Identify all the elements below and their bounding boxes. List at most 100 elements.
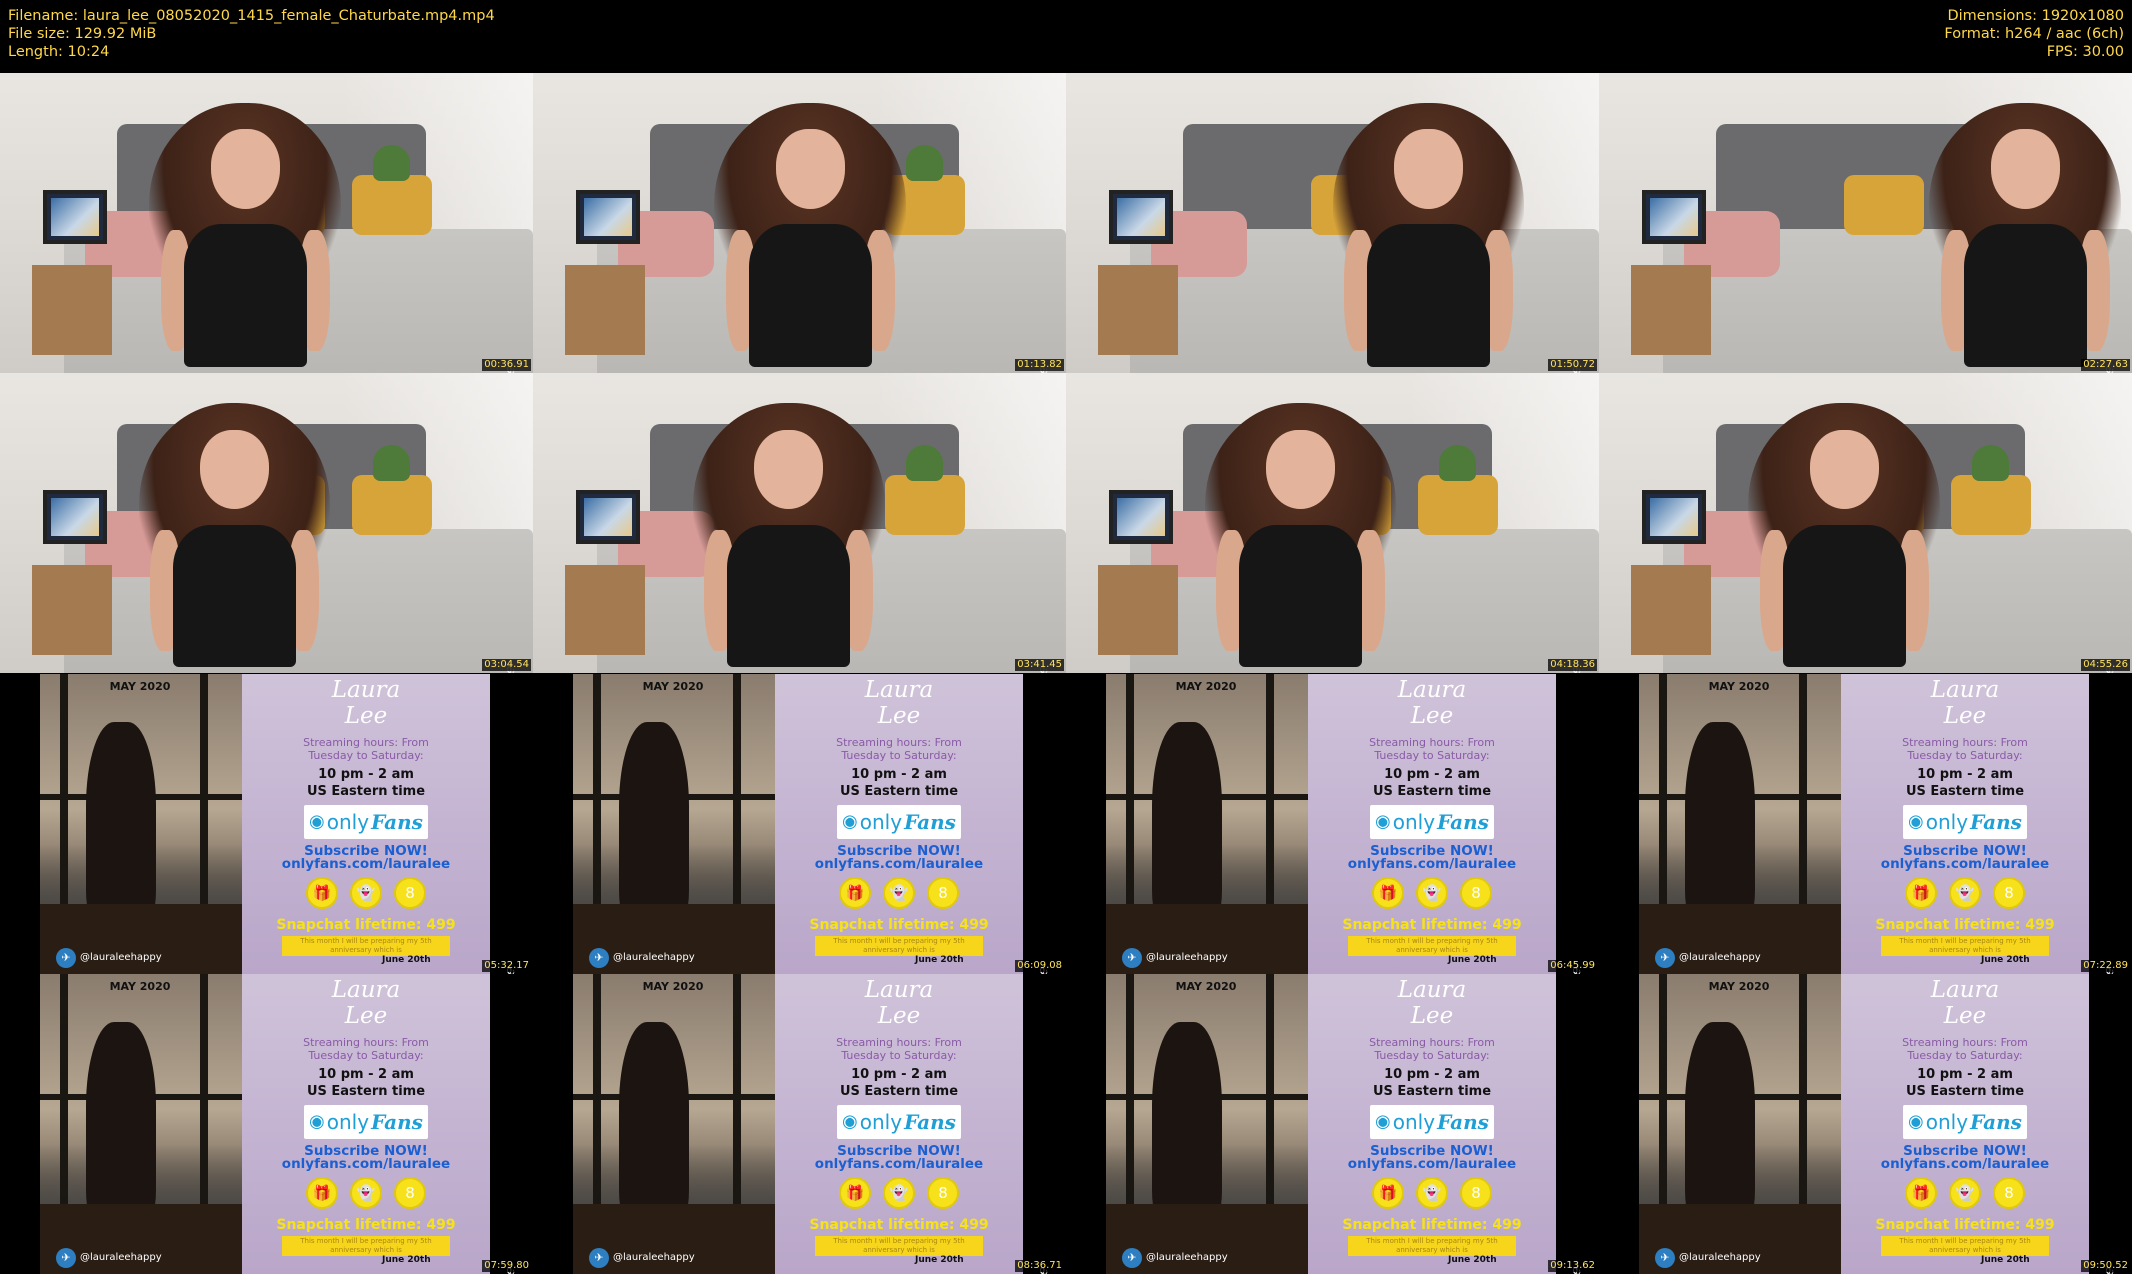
timezone: US Eastern time	[1372, 1083, 1492, 1099]
thumbnail-promo[interactable]: MAY 2020 ✈ @lauraleehappy Laura Lee Stre…	[1066, 673, 1599, 974]
black-top	[1367, 224, 1490, 367]
anniversary-notice: This month I will be preparing my 5th an…	[815, 935, 983, 956]
onlyfans-logo: ◉ only Fans	[1370, 804, 1494, 839]
black-margin	[1023, 973, 1066, 1274]
gift-ghost-icon: 🎁	[306, 876, 338, 909]
face	[1393, 129, 1463, 209]
twitter-handle: ✈ @lauraleehappy	[589, 947, 695, 968]
silhouette-photo	[1639, 673, 1841, 974]
thumbnail-promo[interactable]: MAY 2020 ✈ @lauraleehappy Laura Lee Stre…	[533, 973, 1066, 1274]
person	[692, 403, 885, 668]
twitter-handle: ✈ @lauraleehappy	[56, 947, 162, 968]
time-range: 10 pm - 2 am	[318, 766, 414, 782]
plant	[906, 445, 944, 482]
ghost-icon: 👻	[350, 1176, 382, 1209]
black-top	[183, 224, 307, 367]
number-ghost-icon: 8	[927, 876, 959, 909]
thumbnail-room[interactable]: Lau ralee 04:18.36	[1066, 373, 1599, 674]
black-top	[727, 524, 851, 668]
hours-line-1: Streaming hours: From	[303, 735, 429, 749]
black-margin	[2089, 673, 2132, 974]
thumbnail-room[interactable]: Lau ralee 00:36.91	[0, 73, 533, 373]
twitter-handle: ✈ @lauraleehappy	[589, 1247, 695, 1268]
snapchat-icons: 🎁 👻 8	[306, 1176, 426, 1209]
snapchat-lifetime: Snapchat lifetime: 499	[1875, 916, 2055, 933]
hours-line-1: Streaming hours: From	[1902, 1035, 2028, 1049]
yellow-pillow	[1844, 175, 1925, 235]
snapchat-lifetime: Snapchat lifetime: 499	[809, 1216, 989, 1233]
lock-icon: ◉	[1375, 811, 1391, 833]
ghost-icon: 👻	[1949, 1176, 1981, 1209]
onlyfans-fans: Fans	[1437, 1109, 1489, 1134]
yellow-pillow	[351, 175, 432, 235]
onlyfans-fans: Fans	[904, 1109, 956, 1134]
yellow-pillow	[351, 475, 432, 536]
twitter-handle-text: @lauraleehappy	[1146, 952, 1228, 964]
face	[1265, 429, 1336, 509]
month-label: MAY 2020	[642, 979, 704, 993]
twitter-handle: ✈ @lauraleehappy	[1655, 1247, 1761, 1268]
yellow-pillow	[1950, 475, 2031, 536]
gift-ghost-icon: 🎁	[1372, 1176, 1404, 1209]
onlyfans-only: only	[859, 1109, 903, 1134]
timestamp: 03:41.45	[1015, 659, 1064, 672]
person	[149, 103, 342, 367]
onlyfans-fans: Fans	[1970, 809, 2022, 834]
filename-label: Filename: laura_lee_08052020_1415_female…	[8, 8, 495, 24]
thumbnail-room[interactable]: Lau ralee 03:04.54	[0, 373, 533, 674]
timezone: US Eastern time	[306, 783, 426, 799]
plant	[373, 145, 411, 181]
timezone: US Eastern time	[306, 1083, 426, 1099]
silhouette	[1152, 1021, 1222, 1232]
thumbnail-promo[interactable]: MAY 2020 ✈ @lauraleehappy Laura Lee Stre…	[533, 673, 1066, 974]
anniversary-notice: This month I will be preparing my 5th an…	[1348, 1235, 1516, 1256]
number-ghost-icon: 8	[1993, 876, 2025, 909]
thumbnail-promo[interactable]: MAY 2020 ✈ @lauraleehappy Laura Lee Stre…	[1599, 673, 2132, 974]
timestamp: 01:13.82	[1015, 359, 1064, 371]
name-first: Laura	[1930, 676, 2000, 703]
black-margin	[1556, 673, 1599, 974]
onlyfans-url: onlyfans.com/lauralee	[1880, 1155, 2050, 1172]
nightstand	[1630, 565, 1711, 656]
promo-panel: Laura Lee Streaming hours: From Tuesday …	[775, 973, 1023, 1274]
thumbnail-room[interactable]: Lau ralee 01:13.82	[533, 73, 1066, 373]
twitter-handle-text: @lauraleehappy	[1146, 1252, 1228, 1264]
timestamp: 04:55.26	[2081, 659, 2130, 672]
onlyfans-logo: ◉ only Fans	[837, 804, 961, 839]
yellow-pillow	[1417, 475, 1498, 536]
name-first: Laura	[864, 976, 934, 1003]
name-last: Lee	[1943, 1002, 1987, 1029]
thumbnail-promo[interactable]: MAY 2020 ✈ @lauraleehappy Laura Lee Stre…	[0, 973, 533, 1274]
time-range: 10 pm - 2 am	[1384, 1066, 1480, 1082]
thumbnail-promo[interactable]: MAY 2020 ✈ @lauraleehappy Laura Lee Stre…	[0, 673, 533, 974]
time-range: 10 pm - 2 am	[318, 1066, 414, 1082]
gift-ghost-icon: 🎁	[839, 876, 871, 909]
silhouette	[619, 1021, 689, 1232]
nightstand	[564, 565, 645, 656]
thumbnail-promo[interactable]: MAY 2020 ✈ @lauraleehappy Laura Lee Stre…	[1066, 973, 1599, 1274]
onlyfans-fans: Fans	[1970, 1109, 2022, 1134]
thumbnail-promo[interactable]: MAY 2020 ✈ @lauraleehappy Laura Lee Stre…	[1599, 973, 2132, 1274]
face	[1809, 429, 1879, 509]
onlyfans-fans: Fans	[1437, 809, 1489, 834]
snapchat-lifetime: Snapchat lifetime: 499	[809, 916, 989, 933]
thumbnail-room[interactable]: Lau ralee 02:27.63	[1599, 73, 2132, 373]
plant	[906, 145, 944, 181]
snapchat-icons: 🎁 👻 8	[1905, 1176, 2025, 1209]
name-first: Laura	[1930, 976, 2000, 1003]
month-label: MAY 2020	[1708, 979, 1770, 993]
timestamp: 07:22.89	[2081, 959, 2130, 972]
lock-icon: ◉	[309, 1111, 325, 1133]
onlyfans-url: onlyfans.com/lauralee	[1347, 855, 1517, 872]
anniversary-notice: This month I will be preparing my 5th an…	[282, 935, 450, 956]
name-last: Lee	[1410, 1002, 1454, 1029]
timezone: US Eastern time	[1905, 1083, 2025, 1099]
twitter-handle: ✈ @lauraleehappy	[1122, 1247, 1228, 1268]
thumbnail-room[interactable]: Lau ralee 03:41.45	[533, 373, 1066, 674]
picture-frame	[1108, 490, 1173, 545]
thumbnail-room[interactable]: Lau ralee 04:55.26	[1599, 373, 2132, 674]
onlyfans-only: only	[859, 809, 903, 834]
silhouette-photo	[40, 973, 242, 1274]
thumbnail-room[interactable]: Lau ralee 01:50.72	[1066, 73, 1599, 373]
anniversary-notice: This month I will be preparing my 5th an…	[815, 1235, 983, 1256]
